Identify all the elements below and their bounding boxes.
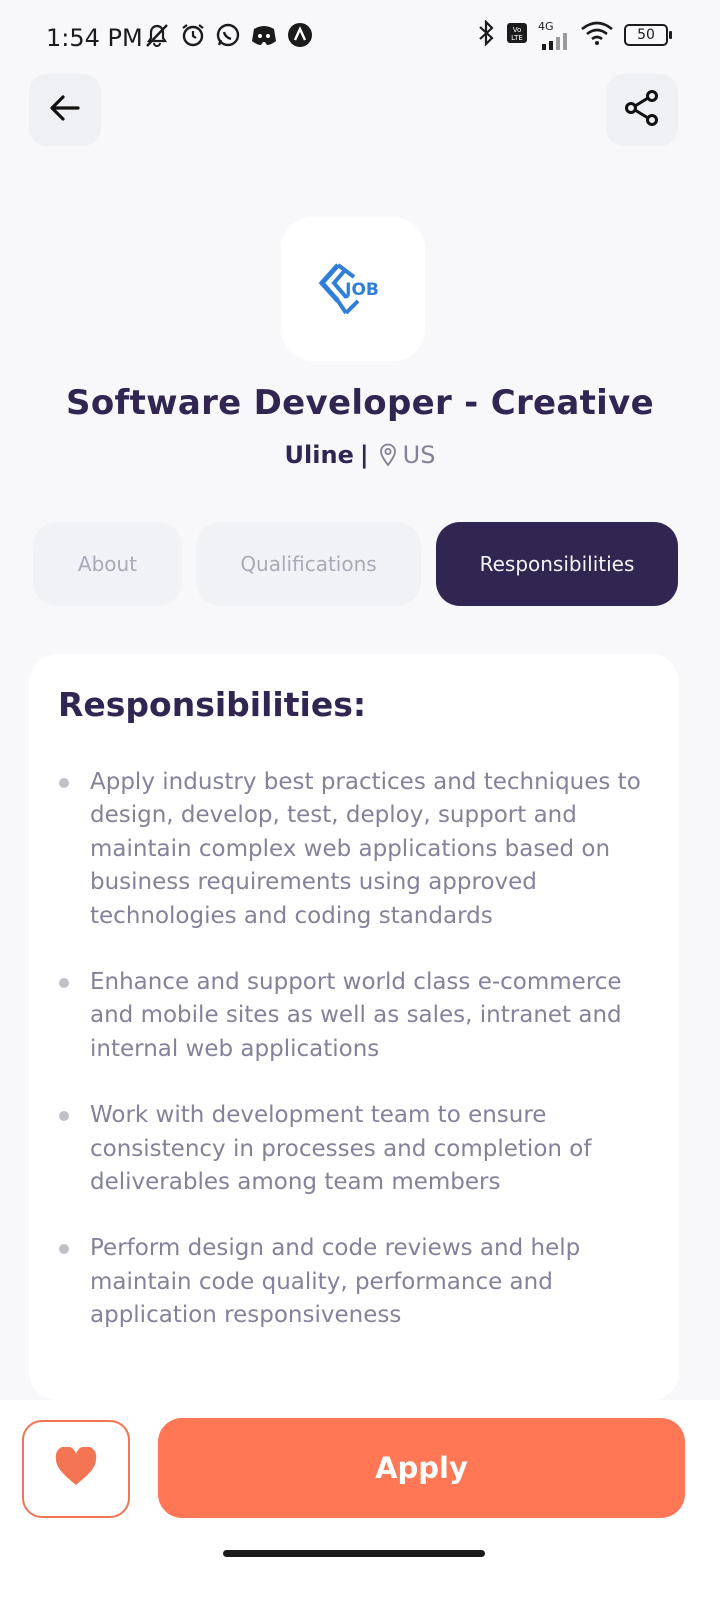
job-details-screen: 1:54 PM Vo LTE 4G 50 JOB Software Develo… [0, 0, 720, 1600]
section-title: Responsibilities: [58, 685, 367, 724]
tab-responsibilities[interactable]: Responsibilities [436, 522, 678, 606]
like-button[interactable] [22, 1420, 130, 1518]
svg-text:Vo: Vo [513, 26, 522, 34]
responsibilities-card: Responsibilities: Apply industry best pr… [29, 654, 679, 1400]
share-icon [624, 89, 660, 131]
bullet-dot [59, 978, 69, 989]
list-item: Apply industry best practices and techni… [58, 766, 658, 933]
list-item-text: Enhance and support world class e-commer… [90, 969, 622, 1062]
location-text: US [402, 441, 436, 469]
status-bar: 1:54 PM Vo LTE 4G 50 [0, 0, 720, 80]
footer-bar: Apply [0, 1400, 720, 1600]
app-icon [287, 22, 313, 52]
share-button[interactable] [606, 74, 678, 146]
apply-button[interactable]: Apply [158, 1418, 685, 1518]
list-item-text: Perform design and code reviews and help… [90, 1235, 581, 1329]
company-location-row: Uline | US [0, 441, 720, 469]
tab-about[interactable]: About [33, 522, 182, 606]
list-item-text: Work with development team to ensure con… [90, 1102, 592, 1196]
bluetooth-icon [476, 19, 496, 50]
status-time: 1:54 PM [46, 24, 143, 52]
bullet-dot [59, 778, 69, 788]
discord-icon [250, 23, 278, 51]
tab-qualifications[interactable]: Qualifications [196, 522, 421, 606]
network-type: 4G [538, 19, 554, 33]
job-logo-icon: JOB [318, 263, 379, 315]
bullet-dot [59, 1111, 69, 1122]
wifi-icon [580, 20, 614, 50]
list-item-text: Apply industry best practices and techni… [90, 769, 641, 929]
heart-icon [54, 1446, 98, 1491]
alarm-icon [180, 22, 206, 52]
responsibilities-list: Apply industry best practices and techni… [58, 766, 658, 1366]
company-logo: JOB [281, 217, 425, 361]
bullet-dot [59, 1244, 69, 1255]
svg-text:LTE: LTE [511, 34, 523, 42]
back-button[interactable] [29, 74, 101, 146]
volte-icon: Vo LTE [506, 21, 528, 49]
arrow-left-icon [49, 94, 81, 126]
home-indicator[interactable] [223, 1550, 485, 1557]
separator: | [359, 441, 369, 469]
battery-icon: 50 [624, 24, 672, 46]
location-pin-icon [379, 443, 397, 467]
mute-icon [143, 22, 171, 52]
system-icons: Vo LTE 4G 50 [476, 19, 672, 50]
whatsapp-icon [215, 22, 241, 52]
list-item: Enhance and support world class e-commer… [58, 966, 658, 1066]
signal-icon: 4G [538, 21, 570, 50]
notification-icons [143, 22, 313, 52]
job-title: Software Developer - Creative [66, 383, 654, 423]
logo-text: JOB [344, 280, 379, 300]
company-name: Uline [284, 441, 354, 469]
list-item: Work with development team to ensure con… [58, 1099, 658, 1199]
list-item: Perform design and code reviews and help… [58, 1232, 658, 1332]
